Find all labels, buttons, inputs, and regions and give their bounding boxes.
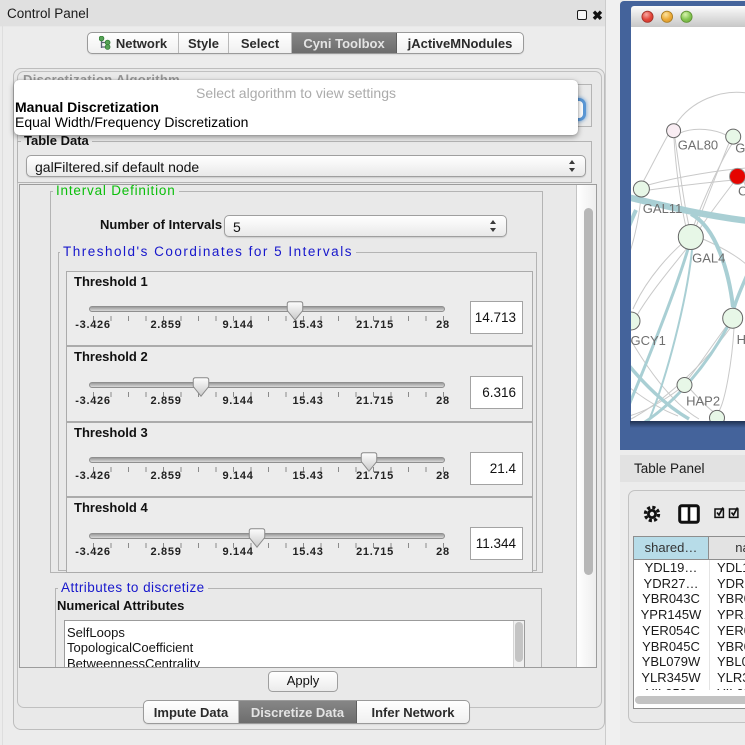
svg-text:GAL11: GAL11: [643, 201, 683, 216]
svg-text:H: H: [737, 332, 745, 347]
svg-text:C: C: [738, 183, 745, 198]
svg-text:GCY1: GCY1: [631, 333, 666, 348]
svg-text:GA: GA: [735, 140, 745, 155]
svg-text:HAP2: HAP2: [686, 393, 720, 408]
svg-text:GAL4: GAL4: [692, 251, 725, 266]
svg-text:GAL80: GAL80: [678, 138, 718, 153]
